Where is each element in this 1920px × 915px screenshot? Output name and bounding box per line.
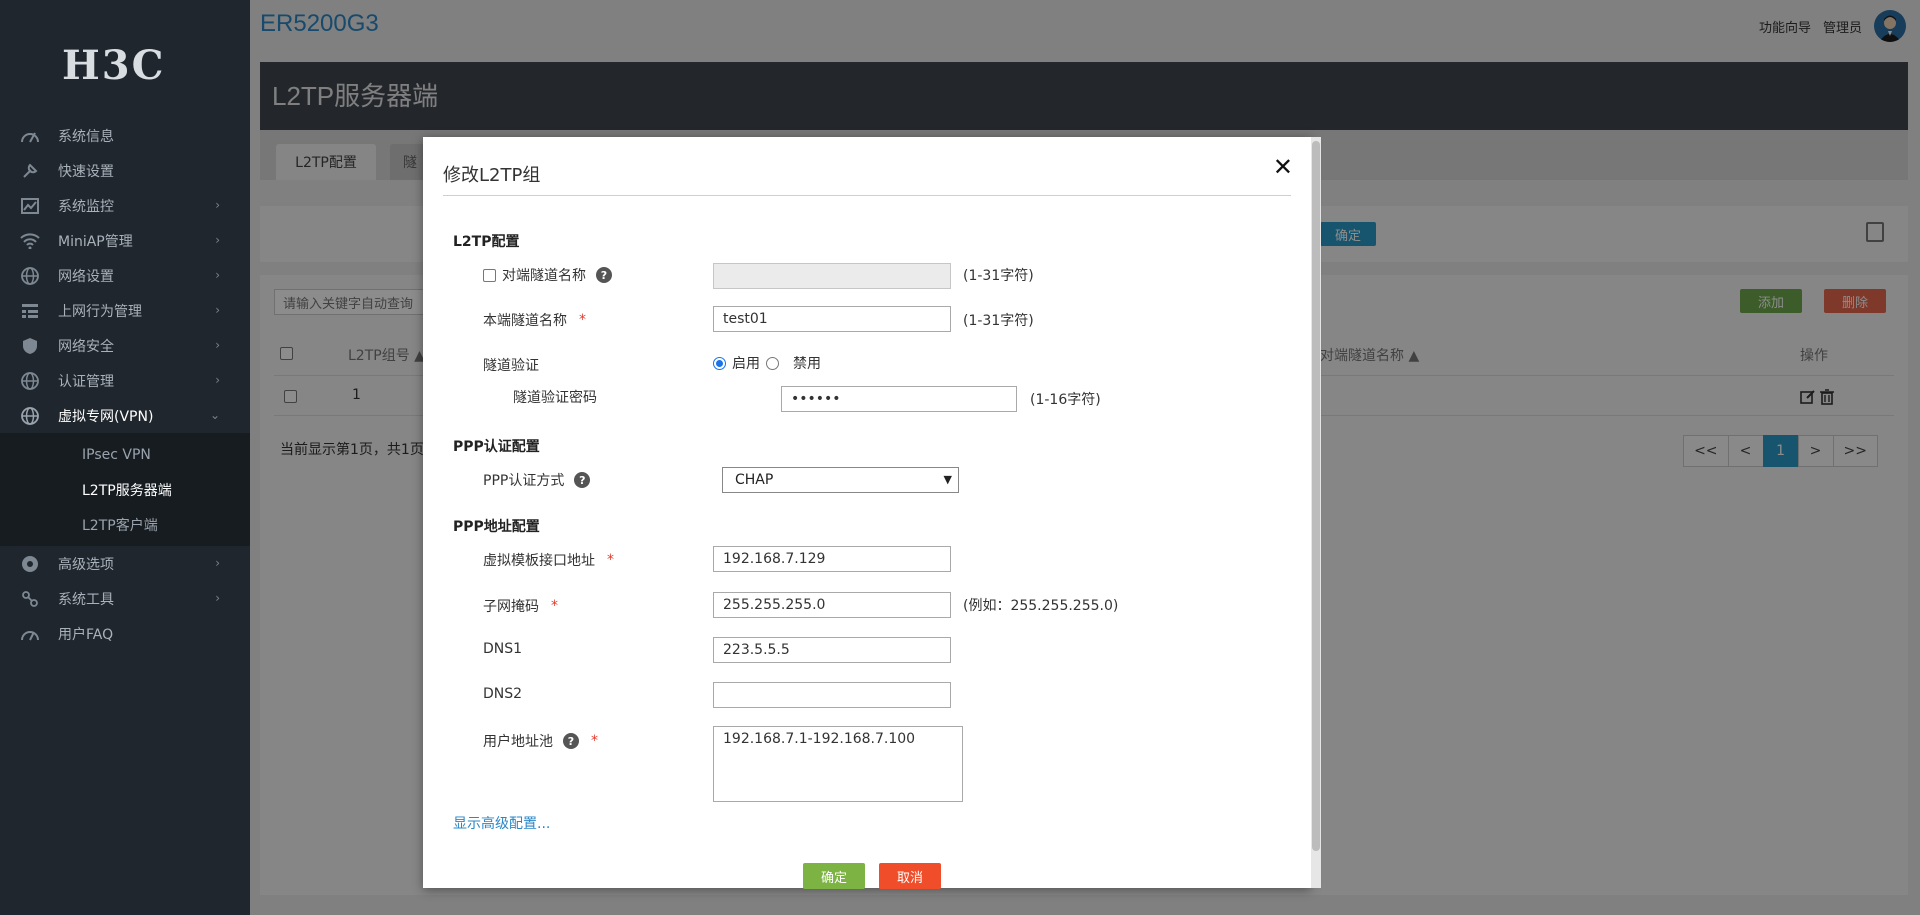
radio-enable-label[interactable]: 启用	[732, 353, 760, 373]
modal-divider	[443, 195, 1291, 196]
monitor-chart-icon	[20, 196, 40, 216]
help-icon[interactable]: ?	[596, 267, 612, 283]
wifi-icon	[20, 231, 40, 251]
chevron-right-icon: ›	[215, 373, 220, 387]
sidebar-item-advanced[interactable]: 高级选项 ›	[0, 546, 250, 581]
edit-l2tp-modal: 修改L2TP组 ✕ L2TP配置 对端隧道名称 ? (1-31字符) 本端隧道名…	[423, 137, 1321, 889]
modal-title: 修改L2TP组	[443, 165, 541, 186]
pool-textarea[interactable]: 192.168.7.1-192.168.7.100	[713, 726, 963, 802]
sidebar-item-faq[interactable]: 用户FAQ	[0, 616, 250, 651]
sidebar-subitem-l2tp-client[interactable]: L2TP客户端	[0, 507, 250, 542]
required-marker: *	[591, 733, 598, 749]
chevron-down-icon: ⌄	[209, 408, 220, 422]
sidebar-item-network[interactable]: 网络设置 ›	[0, 258, 250, 293]
remote-tunnel-row: 对端隧道名称 ?	[483, 265, 612, 285]
modal-scrollbar[interactable]	[1311, 137, 1321, 888]
vt-ip-label: 虚拟模板接口地址	[483, 553, 595, 569]
section-ppp-auth: PPP认证配置	[453, 439, 540, 455]
ppp-auth-label: PPP认证方式	[483, 473, 565, 489]
remote-tunnel-input[interactable]	[713, 263, 951, 289]
sidebar-nav: 系统信息 快速设置 系统监控 › MiniAP管理 › 网络设置 › 上网行为管…	[0, 118, 250, 651]
shield-icon	[20, 336, 40, 356]
help-icon[interactable]: ?	[574, 472, 591, 488]
chevron-right-icon: ›	[215, 591, 220, 605]
local-tunnel-row: 本端隧道名称 *	[483, 310, 586, 330]
tunnel-pwd-hint: (1-16字符)	[1030, 392, 1101, 408]
radio-disable[interactable]	[766, 356, 779, 370]
advanced-icon	[20, 554, 40, 574]
sidebar-item-auth[interactable]: 认证管理 ›	[0, 363, 250, 398]
local-tunnel-input[interactable]: test01	[713, 306, 951, 332]
scrollbar-thumb[interactable]	[1312, 141, 1320, 851]
sidebar-item-system-info[interactable]: 系统信息	[0, 118, 250, 153]
ppp-auth-selected: CHAP	[735, 472, 774, 488]
required-marker: *	[607, 552, 614, 568]
vpn-subnav: IPsec VPN L2TP服务器端 L2TP客户端	[0, 433, 250, 546]
mask-label: 子网掩码	[483, 599, 539, 615]
radio-disable-label[interactable]: 禁用	[793, 353, 821, 373]
h3c-logo: H3C	[62, 42, 166, 89]
section-ppp-addr: PPP地址配置	[453, 519, 540, 535]
sidebar-item-behavior[interactable]: 上网行为管理 ›	[0, 293, 250, 328]
sidebar-item-tools[interactable]: 系统工具 ›	[0, 581, 250, 616]
gauge-icon	[20, 126, 40, 146]
required-marker: *	[579, 312, 586, 328]
globe-icon	[20, 371, 40, 391]
remote-tunnel-label: 对端隧道名称	[502, 268, 586, 284]
radio-enable[interactable]	[713, 356, 726, 370]
sidebar-item-monitor[interactable]: 系统监控 ›	[0, 188, 250, 223]
dns1-input[interactable]: 223.5.5.5	[713, 637, 951, 663]
ppp-auth-row: PPP认证方式 ?	[483, 470, 591, 490]
chevron-right-icon: ›	[215, 303, 220, 317]
pool-label: 用户地址池	[483, 734, 553, 750]
sidebar-subitem-ipsec[interactable]: IPsec VPN	[0, 437, 250, 472]
sidebar-item-miniap[interactable]: MiniAP管理 ›	[0, 223, 250, 258]
local-tunnel-label: 本端隧道名称	[483, 313, 567, 329]
wrench-icon	[20, 161, 40, 181]
globe-icon	[20, 266, 40, 286]
sidebar-item-vpn[interactable]: 虚拟专网(VPN) ⌄	[0, 398, 250, 433]
chevron-right-icon: ›	[215, 556, 220, 570]
list-icon	[20, 301, 40, 321]
chevron-right-icon: ›	[215, 198, 220, 212]
chevron-right-icon: ›	[215, 233, 220, 247]
tools-icon	[20, 589, 40, 609]
close-icon[interactable]: ✕	[1273, 153, 1293, 181]
vt-ip-input[interactable]: 192.168.7.129	[713, 546, 951, 572]
chevron-right-icon: ›	[215, 268, 220, 282]
sidebar-item-security[interactable]: 网络安全 ›	[0, 328, 250, 363]
remote-tunnel-hint: (1-31字符)	[963, 268, 1034, 284]
ok-button[interactable]: 确定	[803, 863, 865, 889]
mask-hint: (例如：255.255.255.0)	[963, 598, 1119, 614]
tunnel-pwd-input[interactable]: ••••••	[781, 386, 1017, 412]
cancel-button[interactable]: 取消	[879, 863, 941, 889]
tunnel-pwd-label: 隧道验证密码	[513, 390, 597, 406]
ppp-auth-select[interactable]: CHAP ▼	[722, 467, 959, 493]
sidebar-subitem-l2tp-server[interactable]: L2TP服务器端	[0, 472, 250, 507]
chevron-down-icon: ▼	[943, 473, 952, 486]
vt-ip-row: 虚拟模板接口地址 *	[483, 550, 614, 570]
tunnel-auth-radios: 启用 禁用	[713, 353, 821, 373]
mask-input[interactable]: 255.255.255.0	[713, 592, 951, 618]
pool-row: 用户地址池 ? *	[483, 731, 598, 751]
help-icon[interactable]: ?	[563, 733, 579, 749]
dns1-label: DNS1	[483, 641, 523, 657]
chevron-right-icon: ›	[215, 338, 220, 352]
dns2-label: DNS2	[483, 686, 523, 702]
faq-icon	[20, 624, 40, 644]
show-advanced-link[interactable]: 显示高级配置...	[453, 813, 550, 833]
tunnel-auth-label: 隧道验证	[483, 358, 539, 374]
mask-row: 子网掩码 *	[483, 596, 558, 616]
dns2-input[interactable]	[713, 682, 951, 708]
section-l2tp-config: L2TP配置	[453, 234, 520, 250]
required-marker: *	[551, 598, 558, 614]
sidebar: H3C 系统信息 快速设置 系统监控 › MiniAP管理 › 网络设置 › 上…	[0, 0, 250, 915]
remote-tunnel-checkbox[interactable]	[483, 268, 496, 282]
sidebar-item-quick-setup[interactable]: 快速设置	[0, 153, 250, 188]
local-tunnel-hint: (1-31字符)	[963, 313, 1034, 329]
vpn-globe-icon	[20, 406, 40, 426]
